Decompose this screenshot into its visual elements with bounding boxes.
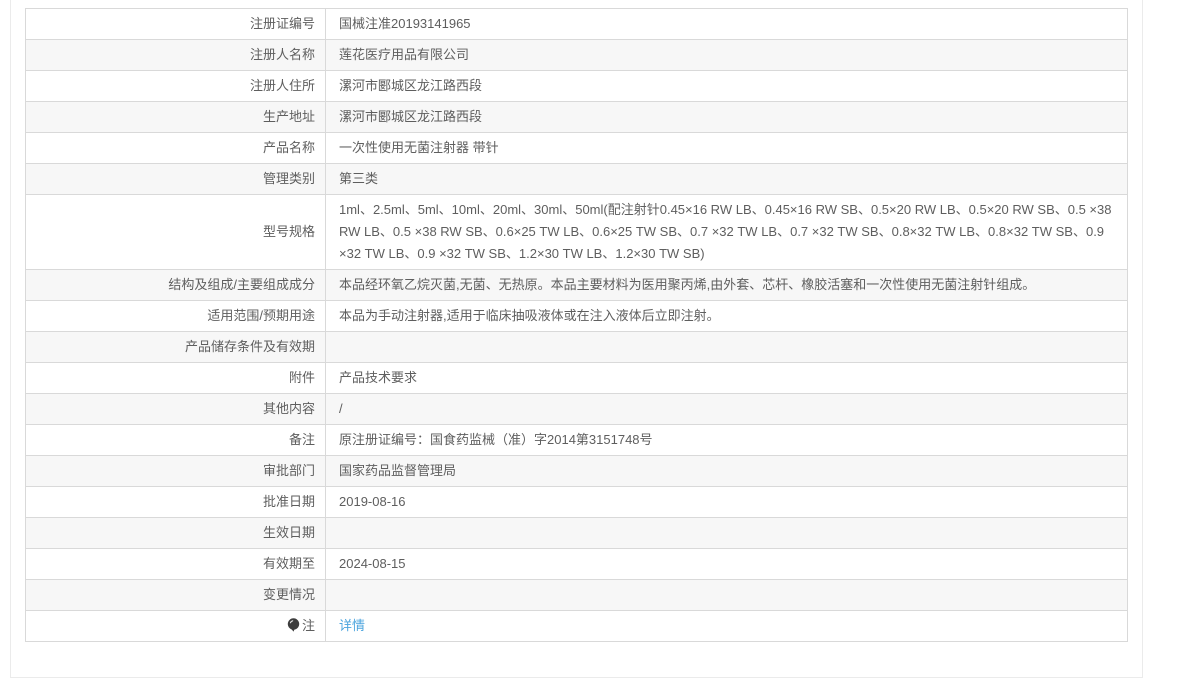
- table-row: 注册人名称 莲花医疗用品有限公司: [25, 39, 1128, 71]
- table-row: 注册证编号 国械注准20193141965: [25, 8, 1128, 40]
- row-label-cell: 注: [25, 610, 326, 642]
- row-label-cell: 注册证编号: [25, 8, 326, 40]
- table-row: 备注 原注册证编号：国食药监械（准）字2014第3151748号: [25, 424, 1128, 456]
- table-row: 产品名称 一次性使用无菌注射器 带针: [25, 132, 1128, 164]
- row-value-cell: 第三类: [325, 163, 1128, 195]
- row-value-cell: 产品技术要求: [325, 362, 1128, 394]
- row-label-cell: 生效日期: [25, 517, 326, 549]
- row-value-cell: 漯河市郾城区龙江路西段: [325, 70, 1128, 102]
- row-value-cell: 原注册证编号：国食药监械（准）字2014第3151748号: [325, 424, 1128, 456]
- row-label-cell: 备注: [25, 424, 326, 456]
- row-label-cell: 型号规格: [25, 194, 326, 270]
- table-row: 有效期至 2024-08-15: [25, 548, 1128, 580]
- table-row: 生效日期: [25, 517, 1128, 549]
- row-label-cell: 生产地址: [25, 101, 326, 133]
- row-value-cell: 详情: [325, 610, 1128, 642]
- row-label: 注: [301, 618, 315, 633]
- row-value-cell: [325, 517, 1128, 549]
- table-row: 适用范围/预期用途 本品为手动注射器,适用于临床抽吸液体或在注入液体后立即注射。: [25, 300, 1128, 332]
- row-label-cell: 管理类别: [25, 163, 326, 195]
- detail-link[interactable]: 详情: [339, 618, 365, 633]
- row-value-cell: 本品经环氧乙烷灭菌,无菌、无热原。本品主要材料为医用聚丙烯,由外套、芯杆、橡胶活…: [325, 269, 1128, 301]
- table-body: 注册证编号 国械注准20193141965 注册人名称 莲花医疗用品有限公司 注册人住所…: [25, 8, 1128, 642]
- row-label-cell: 注册人住所: [25, 70, 326, 102]
- table-row: 批准日期 2019-08-16: [25, 486, 1128, 518]
- table-row: 结构及组成/主要组成成分 本品经环氧乙烷灭菌,无菌、无热原。本品主要材料为医用聚丙…: [25, 269, 1128, 301]
- table-row: 其他内容 /: [25, 393, 1128, 425]
- row-value-cell: [325, 331, 1128, 363]
- row-label-cell: 产品储存条件及有效期: [25, 331, 326, 363]
- row-label-cell: 批准日期: [25, 486, 326, 518]
- row-value-cell: [325, 579, 1128, 611]
- row-value-cell: 2024-08-15: [325, 548, 1128, 580]
- table-row: 注册人住所 漯河市郾城区龙江路西段: [25, 70, 1128, 102]
- content-panel: 注册证编号 国械注准20193141965 注册人名称 莲花医疗用品有限公司 注册人住所…: [10, 0, 1143, 678]
- row-value-cell: 2019-08-16: [325, 486, 1128, 518]
- note-balloon-icon: [287, 618, 300, 632]
- row-value-cell: 国家药品监督管理局: [325, 455, 1128, 487]
- table-row: 产品储存条件及有效期: [25, 331, 1128, 363]
- row-label-cell: 适用范围/预期用途: [25, 300, 326, 332]
- row-label-cell: 注册人名称: [25, 39, 326, 71]
- row-value-cell: 漯河市郾城区龙江路西段: [325, 101, 1128, 133]
- table-row: 型号规格 1ml、2.5ml、5ml、10ml、20ml、30ml、50ml(配注…: [25, 194, 1128, 270]
- table-row: 生产地址 漯河市郾城区龙江路西段: [25, 101, 1128, 133]
- table-row: 注 详情: [25, 610, 1128, 642]
- row-label-cell: 结构及组成/主要组成成分: [25, 269, 326, 301]
- row-label-cell: 产品名称: [25, 132, 326, 164]
- row-label-cell: 审批部门: [25, 455, 326, 487]
- table-row: 审批部门 国家药品监督管理局: [25, 455, 1128, 487]
- row-label-cell: 附件: [25, 362, 326, 394]
- registration-info-table: 注册证编号 国械注准20193141965 注册人名称 莲花医疗用品有限公司 注册人住所…: [25, 8, 1128, 642]
- row-label-cell: 有效期至: [25, 548, 326, 580]
- table-row: 附件 产品技术要求: [25, 362, 1128, 394]
- row-value-cell: 莲花医疗用品有限公司: [325, 39, 1128, 71]
- row-value-cell: 一次性使用无菌注射器 带针: [325, 132, 1128, 164]
- table-row: 管理类别 第三类: [25, 163, 1128, 195]
- row-label-cell: 其他内容: [25, 393, 326, 425]
- row-value-cell: 本品为手动注射器,适用于临床抽吸液体或在注入液体后立即注射。: [325, 300, 1128, 332]
- row-value-cell: 1ml、2.5ml、5ml、10ml、20ml、30ml、50ml(配注射针0.…: [325, 194, 1128, 270]
- row-value-cell: /: [325, 393, 1128, 425]
- row-value-cell: 国械注准20193141965: [325, 8, 1128, 40]
- row-label-cell: 变更情况: [25, 579, 326, 611]
- table-row: 变更情况: [25, 579, 1128, 611]
